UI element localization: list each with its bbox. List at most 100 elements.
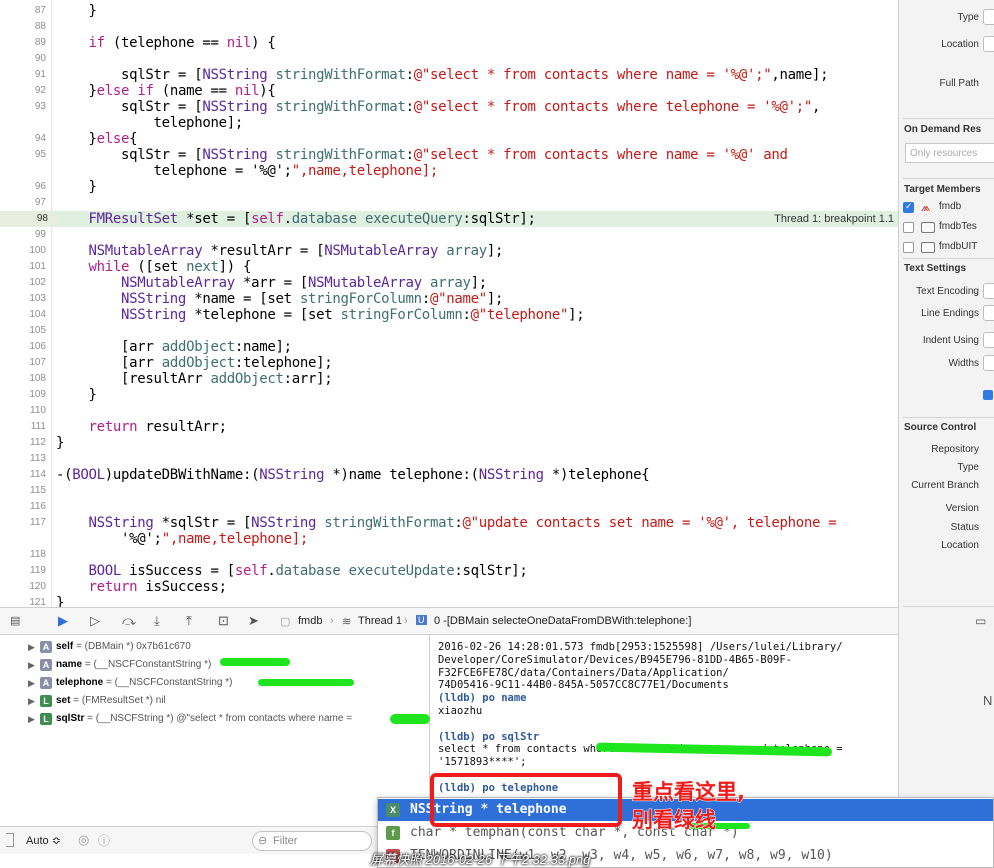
indent-using-popup[interactable]: [983, 332, 994, 348]
location-popup[interactable]: [983, 36, 994, 52]
code-text[interactable]: }: [56, 179, 97, 195]
code-text[interactable]: }: [56, 3, 97, 19]
disclosure-triangle-icon[interactable]: ▶: [28, 657, 35, 673]
code-line[interactable]: 90: [0, 51, 898, 67]
code-text[interactable]: NSString *telephone = [set stringForColu…: [56, 307, 585, 323]
step-into-icon[interactable]: ⤓: [154, 613, 160, 629]
source-editor[interactable]: 87 } 88 89 if (telephone == nil) {90 91 sql…: [0, 0, 898, 607]
code-line[interactable]: 100 NSMutableArray *resultArr = [NSMutab…: [0, 243, 898, 259]
code-text[interactable]: NSString *sqlStr = [NSString stringWithF…: [56, 515, 837, 531]
code-text[interactable]: [arr addObject:name];: [56, 339, 292, 355]
filter-input[interactable]: ⊖ Filter: [252, 831, 372, 851]
code-line[interactable]: 87 }: [0, 3, 898, 19]
code-text[interactable]: }: [56, 595, 64, 607]
code-line[interactable]: '%@';",name,telephone];: [0, 531, 898, 547]
target-checkbox[interactable]: [903, 222, 914, 233]
code-text[interactable]: sqlStr = [NSString stringWithFormat:@"se…: [56, 147, 788, 163]
code-line[interactable]: 92 }else if (name == nil){: [0, 83, 898, 99]
line-endings-popup[interactable]: [983, 305, 994, 321]
disclosure-triangle-icon[interactable]: ▶: [28, 711, 35, 727]
code-text[interactable]: sqlStr = [NSString stringWithFormat:@"se…: [56, 67, 829, 83]
code-line[interactable]: 120 return isSuccess;: [0, 579, 898, 595]
code-line[interactable]: 108 [resultArr addObject:arr];: [0, 371, 898, 387]
code-line[interactable]: 119 BOOL isSuccess = [self.database exec…: [0, 563, 898, 579]
code-text[interactable]: return resultArr;: [56, 419, 228, 435]
code-line[interactable]: 93 sqlStr = [NSString stringWithFormat:@…: [0, 99, 898, 115]
code-line[interactable]: 102 NSMutableArray *arr = [NSMutableArra…: [0, 275, 898, 291]
code-line[interactable]: 113: [0, 451, 898, 467]
target-checkbox[interactable]: [903, 201, 914, 213]
code-text[interactable]: NSString *name = [set stringForColumn:@"…: [56, 291, 503, 307]
code-text[interactable]: telephone];: [56, 115, 244, 131]
code-line[interactable]: 89 if (telephone == nil) {: [0, 35, 898, 51]
code-line[interactable]: 106 [arr addObject:name];: [0, 339, 898, 355]
code-line[interactable]: 103 NSString *name = [set stringForColum…: [0, 291, 898, 307]
auto-scope-popup[interactable]: Auto ≎: [26, 834, 61, 847]
code-line[interactable]: 96 }: [0, 179, 898, 195]
breadcrumb-target[interactable]: fmdb: [298, 615, 322, 627]
code-line[interactable]: 111 return resultArr;: [0, 419, 898, 435]
code-text[interactable]: '%@';",name,telephone];: [56, 531, 308, 547]
code-text[interactable]: if (telephone == nil) {: [56, 35, 276, 51]
code-line[interactable]: 105: [0, 323, 898, 339]
code-text[interactable]: [resultArr addObject:arr];: [56, 371, 333, 387]
view-hierarchy-icon[interactable]: ⊡: [218, 613, 229, 629]
tab-width-field[interactable]: [983, 355, 994, 371]
code-text[interactable]: NSMutableArray *arr = [NSMutableArray ar…: [56, 275, 487, 291]
code-line[interactable]: 121}: [0, 595, 898, 607]
code-line[interactable]: 104 NSString *telephone = [set stringFor…: [0, 307, 898, 323]
code-text[interactable]: FMResultSet *set = [self.database execut…: [56, 211, 536, 227]
code-text[interactable]: BOOL isSuccess = [self.database executeU…: [56, 563, 528, 579]
code-line[interactable]: 107 [arr addObject:telephone];: [0, 355, 898, 371]
code-text[interactable]: -(BOOL)updateDBWithName:(NSString *)name…: [56, 467, 650, 483]
code-line[interactable]: 114 -(BOOL)updateDBWithName:(NSString *)n…: [0, 467, 898, 483]
text-encoding-popup[interactable]: [983, 283, 994, 299]
resource-tags-field[interactable]: Only resources: [905, 143, 994, 163]
code-line[interactable]: 98 Thread 1: breakpoint 1.1 FMResultSet *…: [0, 211, 898, 227]
breadcrumb-frame[interactable]: 0 -[DBMain selecteOneDataFromDBWith:tele…: [434, 615, 691, 627]
code-line[interactable]: 95 sqlStr = [NSString stringWithFormat:@…: [0, 147, 898, 163]
code-text[interactable]: [arr addObject:telephone];: [56, 355, 333, 371]
code-text[interactable]: }else if (name == nil){: [56, 83, 276, 99]
disclosure-triangle-icon[interactable]: ▶: [28, 693, 35, 709]
code-text[interactable]: NSMutableArray *resultArr = [NSMutableAr…: [56, 243, 504, 259]
code-line[interactable]: 88: [0, 19, 898, 35]
file-template-icon[interactable]: ▭: [975, 614, 986, 628]
continue-icon[interactable]: ▷: [90, 613, 100, 629]
hide-debug-area-icon[interactable]: ▤: [10, 613, 20, 629]
eye-icon[interactable]: ◎: [78, 832, 89, 848]
code-line[interactable]: 115: [0, 483, 898, 499]
code-line[interactable]: 109 }: [0, 387, 898, 403]
code-line[interactable]: 118: [0, 547, 898, 563]
code-text[interactable]: sqlStr = [NSString stringWithFormat:@"se…: [56, 99, 820, 115]
step-out-icon[interactable]: ⤒: [186, 613, 192, 629]
code-line[interactable]: 117 NSString *sqlStr = [NSString stringW…: [0, 515, 898, 531]
type-popup[interactable]: [983, 9, 994, 25]
code-line[interactable]: telephone];: [0, 115, 898, 131]
code-text[interactable]: telephone = '%@';",name,telephone];: [56, 163, 439, 179]
disclosure-triangle-icon[interactable]: ▶: [28, 639, 35, 655]
code-text[interactable]: }else{: [56, 131, 138, 147]
code-line[interactable]: 112}: [0, 435, 898, 451]
info-icon[interactable]: ⓘ: [98, 832, 110, 849]
code-line[interactable]: 101 while ([set next]) {: [0, 259, 898, 275]
code-text[interactable]: return isSuccess;: [56, 579, 228, 595]
breakpoint-marker[interactable]: 98: [0, 211, 60, 227]
location-icon[interactable]: ➤: [248, 613, 259, 629]
code-line[interactable]: telephone = '%@';",name,telephone];: [0, 163, 898, 179]
breadcrumb-thread[interactable]: Thread 1: [358, 615, 402, 627]
code-line[interactable]: 99: [0, 227, 898, 243]
target-checkbox[interactable]: [903, 242, 914, 253]
wrap-lines-checkbox[interactable]: [983, 390, 993, 400]
code-text[interactable]: while ([set next]) {: [56, 259, 252, 275]
code-line[interactable]: 97: [0, 195, 898, 211]
step-over-icon[interactable]: ⤼: [122, 613, 136, 629]
code-line[interactable]: 110: [0, 403, 898, 419]
breakpoints-toggle-icon[interactable]: ▶: [58, 613, 68, 629]
code-line[interactable]: 94 }else{: [0, 131, 898, 147]
code-text[interactable]: }: [56, 387, 97, 403]
code-line[interactable]: 91 sqlStr = [NSString stringWithFormat:@…: [0, 67, 898, 83]
disclosure-triangle-icon[interactable]: ▶: [28, 675, 35, 691]
code-text[interactable]: }: [56, 435, 64, 451]
code-line[interactable]: 116: [0, 499, 898, 515]
